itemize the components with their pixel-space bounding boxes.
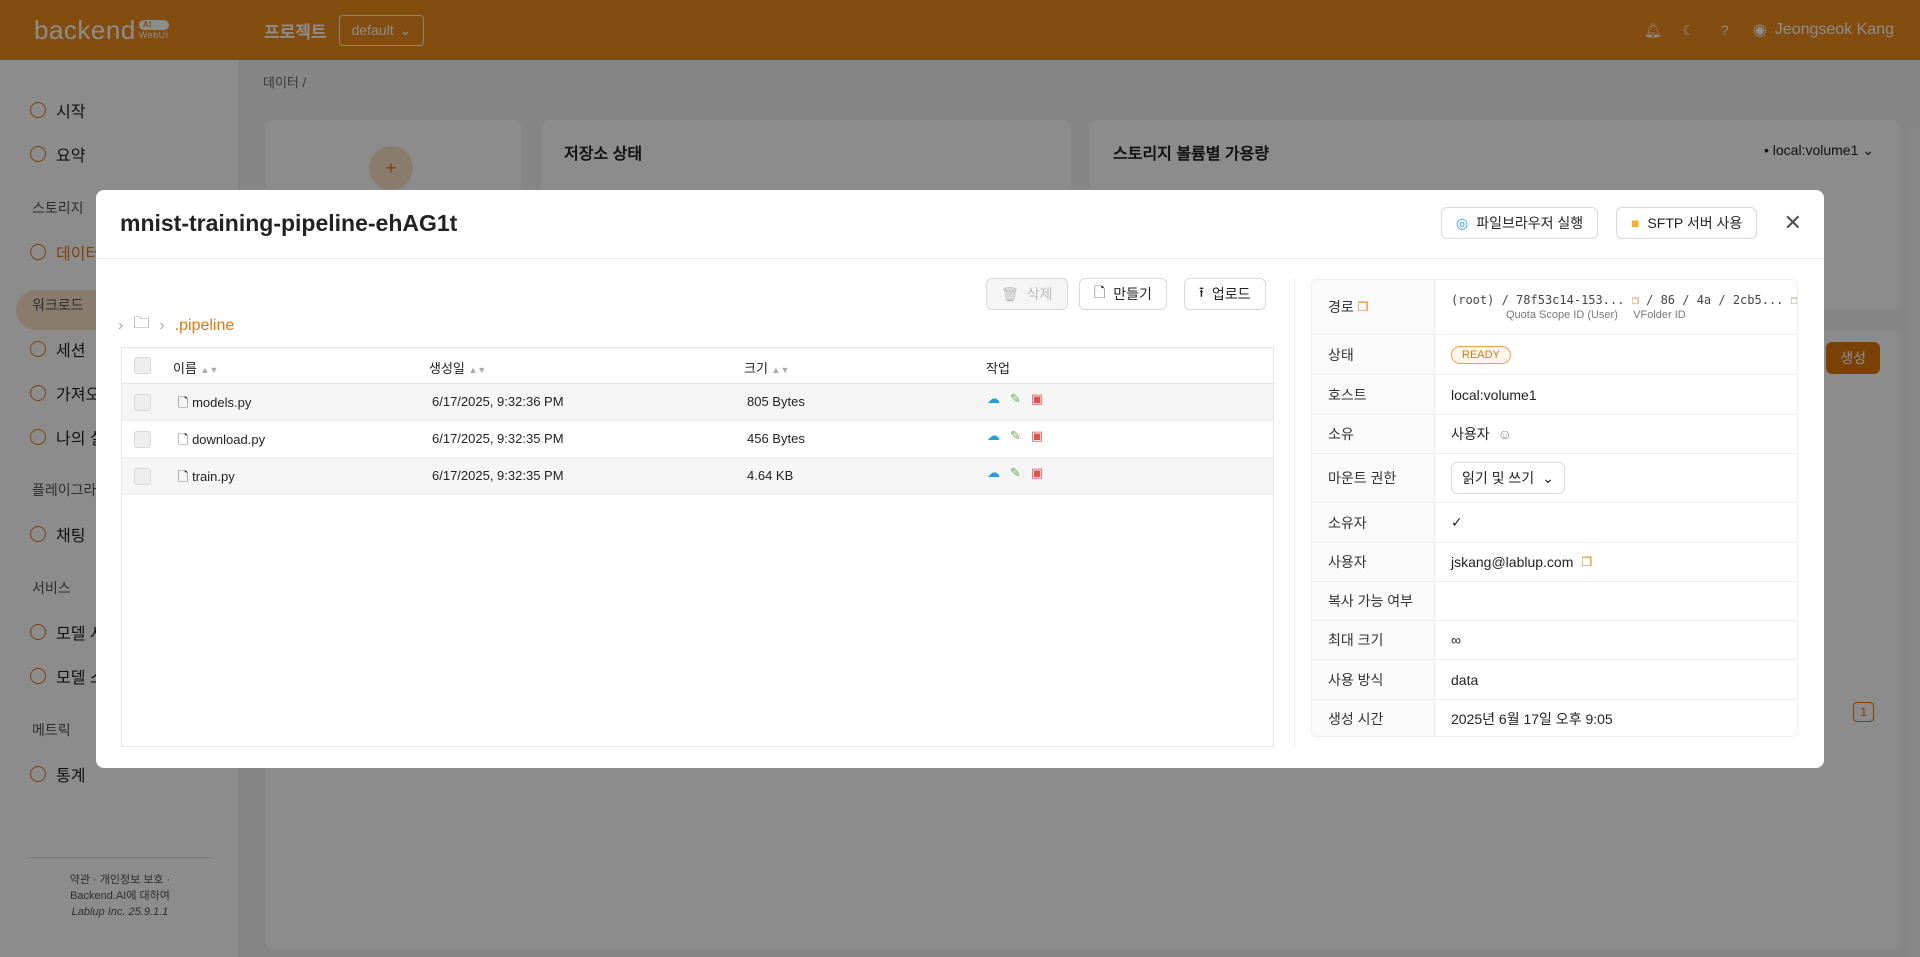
chevron-right-icon: › [118, 316, 124, 334]
sort-icon: ▲▼ [771, 365, 790, 375]
info-path-row: 경로 ❐ (root) / 78f53c14-153... ❐ / 86 / 4… [1312, 280, 1798, 335]
upload-icon: ⭱ [1199, 284, 1204, 300]
delete-icon[interactable]: ▣ [1031, 428, 1043, 444]
table-row[interactable]: 🗋︎ train.py 6/17/2025, 9:32:35 PM 4.64 K… [122, 458, 1273, 495]
vfolder-caption: VFolder ID [1633, 309, 1686, 321]
table-header: 이름 ▲▼ 생성일 ▲▼ 크기 ▲▼ 작업 [122, 348, 1273, 384]
file-icon: 🗋︎ [178, 395, 189, 410]
col-actions: 작업 [986, 361, 1010, 376]
select-all-checkbox[interactable] [134, 357, 151, 374]
file-plus-icon: 🗋︎ [1094, 284, 1106, 300]
table-row[interactable]: 🗋︎ models.py 6/17/2025, 9:32:36 PM 805 B… [122, 384, 1273, 421]
mount-permission-select[interactable]: 읽기 및 쓰기 ⌄ [1451, 462, 1565, 494]
modal-title: mnist-training-pipeline-ehAG1t [120, 210, 458, 236]
folder-explorer-modal: mnist-training-pipeline-ehAG1t ◎ 파일브라우저 실… [96, 190, 1824, 768]
chevron-right-icon: › [159, 316, 165, 334]
file-size: 456 Bytes [747, 431, 805, 446]
copy-icon[interactable]: ❐ [1581, 555, 1592, 569]
panel-divider [1294, 278, 1295, 748]
path-segment[interactable]: .pipeline [175, 317, 235, 335]
info-ownership-row: 소유자 ✓ [1312, 503, 1797, 543]
chevron-down-icon: ⌄ [1542, 469, 1554, 486]
user-icon: ☺ [1497, 426, 1512, 442]
info-created-row: 생성 시간 2025년 6월 17일 오후 9:05 [1312, 700, 1797, 736]
folder-info-panel: 경로 ❐ (root) / 78f53c14-153... ❐ / 86 / 4… [1311, 279, 1798, 737]
path-label: 경로 [1328, 299, 1354, 315]
file-icon: 🗋︎ [178, 432, 189, 447]
path-value: (root) / 78f53c14-153... ❐ / 86 / 4a / 2… [1451, 293, 1798, 307]
delete-button[interactable]: 🗑︎ 삭제 [986, 278, 1068, 310]
table-row[interactable]: 🗋︎ download.py 6/17/2025, 9:32:35 PM 456… [122, 421, 1273, 458]
info-status-row: 상태 READY [1312, 335, 1797, 375]
col-size[interactable]: 크기 ▲▼ [744, 358, 789, 377]
file-created: 6/17/2025, 9:32:35 PM [432, 431, 564, 446]
trash-icon: 🗑︎ [1001, 285, 1019, 302]
info-maxsize-row: 최대 크기 ∞ [1312, 621, 1797, 660]
delete-icon[interactable]: ▣ [1031, 391, 1043, 407]
download-icon[interactable]: ☁ [987, 391, 1000, 407]
col-created[interactable]: 생성일 ▲▼ [429, 358, 486, 377]
folder-icon: ■ [1631, 215, 1640, 231]
row-checkbox[interactable] [134, 468, 151, 485]
sort-icon: ▲▼ [200, 365, 219, 375]
status-badge: READY [1451, 345, 1511, 364]
folder-root-icon[interactable]: 🗀︎ [133, 312, 149, 339]
file-created: 6/17/2025, 9:32:36 PM [432, 394, 564, 409]
sort-icon: ▲▼ [468, 365, 487, 375]
row-checkbox[interactable] [134, 394, 151, 411]
file-name[interactable]: 🗋︎ train.py [178, 468, 235, 490]
edit-icon[interactable]: ✎ [1010, 391, 1021, 407]
info-cloneable-row: 복사 가능 여부 [1312, 582, 1797, 621]
sftp-button[interactable]: ■ SFTP 서버 사용 [1616, 207, 1758, 239]
modal-divider [96, 258, 1824, 259]
edit-icon[interactable]: ✎ [1010, 428, 1021, 444]
file-name[interactable]: 🗋︎ download.py [178, 431, 265, 453]
copy-icon[interactable]: ❐ [1358, 300, 1369, 314]
row-checkbox[interactable] [134, 431, 151, 448]
upload-button[interactable]: ⭱ 업로드 [1184, 278, 1266, 310]
copy-icon[interactable]: ❐ [1791, 293, 1797, 307]
file-table: 이름 ▲▼ 생성일 ▲▼ 크기 ▲▼ 작업 🗋︎ models.py 6/17/… [121, 347, 1274, 747]
quota-caption: Quota Scope ID (User) [1506, 309, 1618, 321]
download-icon[interactable]: ☁ [987, 465, 1000, 481]
file-icon: 🗋︎ [178, 469, 189, 484]
info-owner-row: 소유 사용자 ☺ [1312, 415, 1797, 454]
copy-icon[interactable]: ❐ [1632, 293, 1639, 307]
download-icon[interactable]: ☁ [987, 428, 1000, 444]
filebrowser-button[interactable]: ◎ 파일브라우저 실행 [1441, 207, 1599, 239]
info-usage-row: 사용 방식 data [1312, 660, 1797, 700]
folder-path: › 🗀︎ › .pipeline [118, 312, 234, 339]
info-user-row: 사용자 jskang@lablup.com ❐ [1312, 543, 1797, 582]
delete-icon[interactable]: ▣ [1031, 465, 1043, 481]
check-circle-icon: ✓ [1451, 514, 1463, 530]
filebrowser-icon: ◎ [1456, 214, 1469, 231]
info-host-row: 호스트 local:volume1 [1312, 375, 1797, 415]
file-name[interactable]: 🗋︎ models.py [178, 394, 251, 416]
edit-icon[interactable]: ✎ [1010, 465, 1021, 481]
col-name[interactable]: 이름 ▲▼ [173, 358, 218, 377]
file-size: 805 Bytes [747, 394, 805, 409]
create-button[interactable]: 🗋︎ 만들기 [1079, 278, 1167, 310]
file-created: 6/17/2025, 9:32:35 PM [432, 468, 564, 483]
info-mount-row: 마운트 권한 읽기 및 쓰기 ⌄ [1312, 454, 1797, 503]
close-icon[interactable]: ✕ [1784, 210, 1802, 236]
file-size: 4.64 KB [747, 468, 794, 483]
